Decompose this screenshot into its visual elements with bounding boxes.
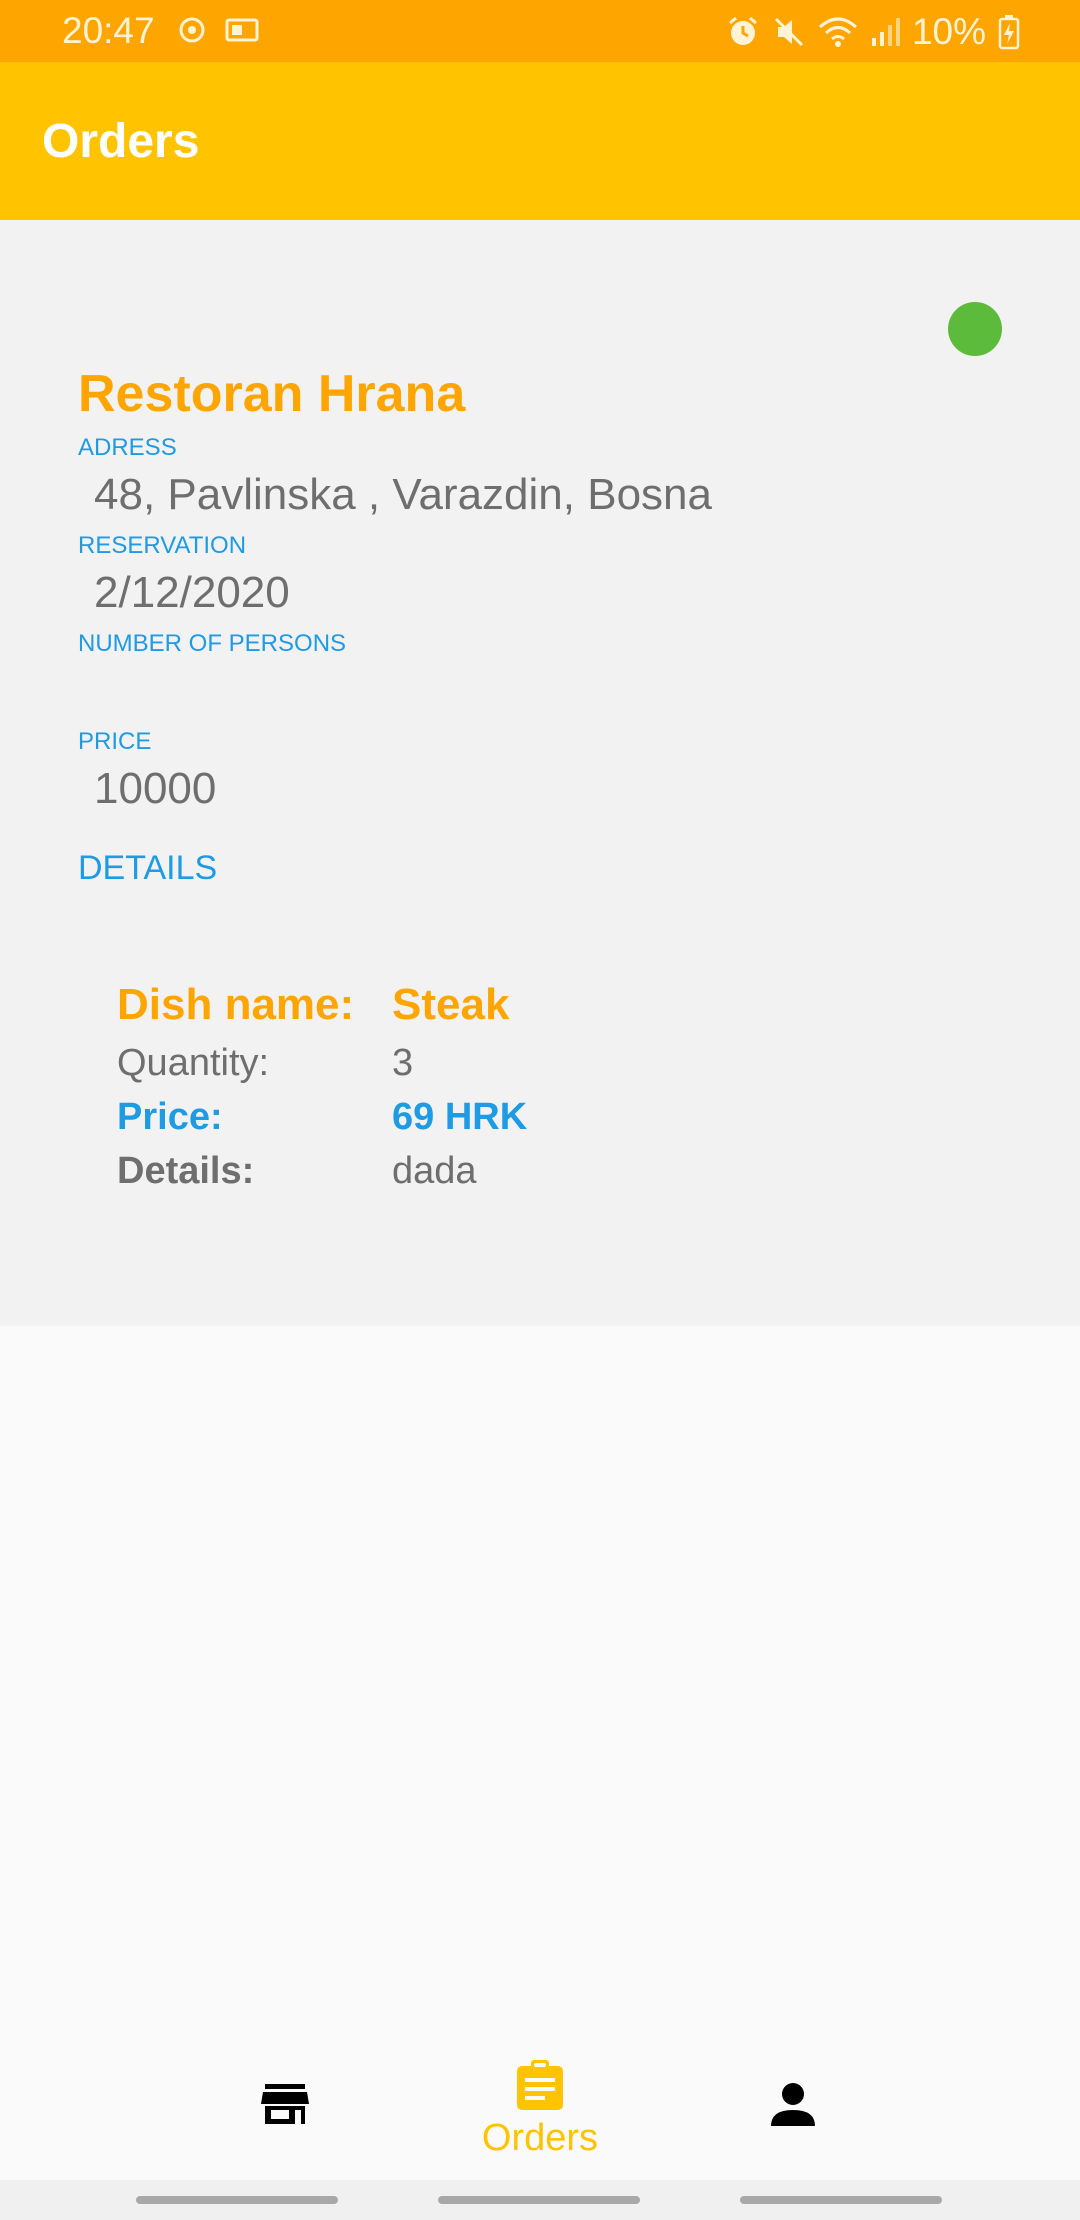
sync-icon — [179, 17, 205, 43]
system-gesture-bar — [0, 2180, 1080, 2220]
person-icon — [771, 2083, 815, 2126]
nav-label-orders: Orders — [481, 2117, 599, 2159]
price-value: 10000 — [94, 764, 217, 813]
dish-details-key: Details: — [117, 1150, 255, 1192]
wifi-icon — [818, 17, 857, 47]
dish-price-value: 69 HRK — [392, 1096, 528, 1138]
app-bar: Orders — [0, 62, 1080, 220]
screen-cast-icon — [225, 18, 259, 42]
details-button[interactable]: DETAILS — [78, 848, 217, 888]
mute-icon — [774, 17, 803, 47]
dish-details-value: dada — [392, 1150, 477, 1192]
address-label: ADRESS — [78, 434, 177, 461]
battery-charging-icon — [998, 15, 1020, 50]
alarm-icon — [728, 16, 757, 45]
gesture-handle-right[interactable] — [740, 2196, 942, 2204]
battery-percent: 10% — [911, 11, 986, 52]
bottom-navigation: Orders — [0, 2030, 1080, 2180]
dish-name-key: Dish name: — [117, 980, 355, 1029]
dish-price-key: Price: — [117, 1096, 223, 1138]
status-time: 20:47 — [62, 10, 155, 51]
reservation-value: 2/12/2020 — [94, 568, 290, 617]
status-right-icons: 10% — [726, 12, 1020, 52]
dish-name-value: Steak — [392, 980, 510, 1029]
dish-price-row: Price: 69 HRK — [117, 1094, 917, 1144]
price-label: PRICE — [78, 728, 152, 755]
store-icon — [261, 2084, 309, 2124]
address-value: 48, Pavlinska , Varazdin, Bosna — [94, 470, 712, 519]
nav-item-profile[interactable] — [740, 2030, 850, 2180]
order-status-indicator — [948, 302, 1002, 356]
dish-quantity-key: Quantity: — [117, 1042, 270, 1084]
nav-item-store[interactable] — [230, 2030, 340, 2180]
status-bar: 20:47 10% — [0, 0, 1080, 62]
dish-name-row: Dish name: Steak — [117, 980, 917, 1030]
reservation-label: RESERVATION — [78, 532, 247, 559]
nav-item-orders[interactable]: Orders — [440, 2030, 640, 2180]
page-title: Orders — [42, 115, 200, 168]
number-of-persons-label: NUMBER OF PERSONS — [78, 630, 347, 657]
dish-details-row: Details: dada — [117, 1148, 917, 1198]
order-card[interactable]: Restoran Hrana ADRESS 48, Pavlinska , Va… — [0, 220, 1080, 1326]
restaurant-name: Restoran Hrana — [78, 365, 466, 423]
dish-quantity-row: Quantity: 3 — [117, 1040, 917, 1090]
status-left-icons — [176, 14, 260, 46]
signal-icon — [871, 18, 900, 46]
gesture-handle-center[interactable] — [438, 2196, 640, 2204]
gesture-handle-left[interactable] — [136, 2196, 338, 2204]
clipboard-icon — [517, 2060, 563, 2110]
dish-quantity-value: 3 — [392, 1042, 414, 1084]
